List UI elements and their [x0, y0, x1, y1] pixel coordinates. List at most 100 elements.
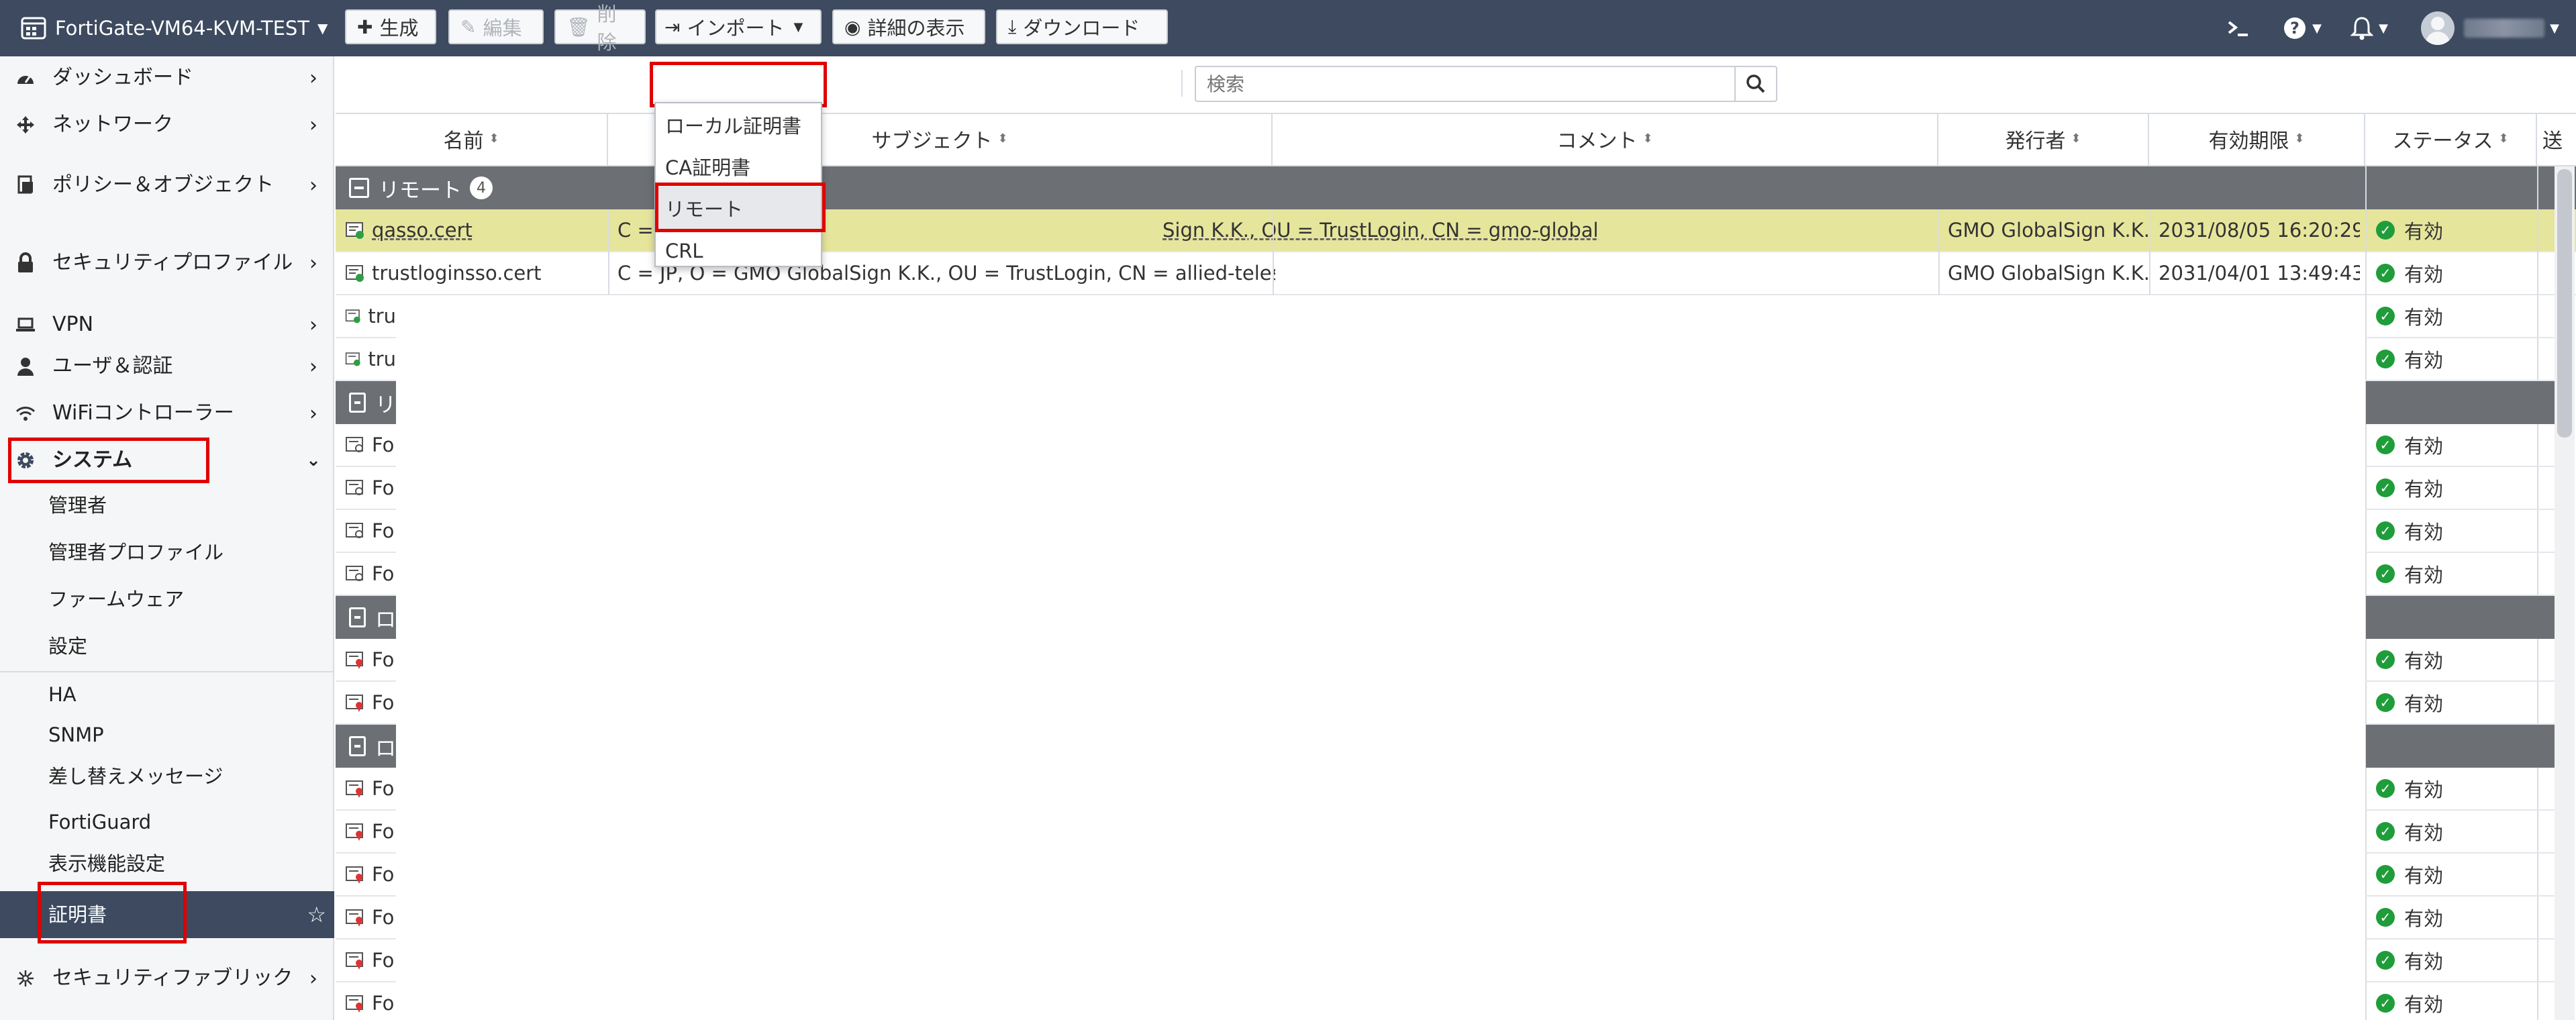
- cell-status: ✓ 有効: [2376, 939, 2537, 981]
- table-row[interactable]: Fo ✓ 有効: [336, 897, 2576, 939]
- sidebar-item-label: ユーザ＆認証: [52, 354, 173, 378]
- status-text: 有効: [2404, 478, 2444, 501]
- cell-name: trustloginsso.cert: [345, 252, 607, 294]
- sidebar-subitem-admin-profiles[interactable]: 管理者プロファイル: [0, 536, 334, 569]
- sidebar-item-dashboard[interactable]: ダッシュボード ›: [0, 62, 334, 94]
- group-row[interactable]: リ: [336, 381, 396, 424]
- certificate-icon: [346, 523, 363, 538]
- column-header-status[interactable]: ステータス ⬍: [2365, 113, 2537, 165]
- table-row[interactable]: Fo ✓ 有効: [336, 639, 2576, 682]
- sidebar-subitem-ha[interactable]: HA: [0, 678, 334, 711]
- table-row[interactable]: Fo ✓ 有効: [336, 424, 2576, 467]
- device-selector[interactable]: FortiGate-VM64-KVM-TEST ▼: [20, 0, 328, 56]
- scrollbar-thumb[interactable]: [2557, 169, 2572, 438]
- search-box: [1195, 66, 1777, 102]
- cell-name: Fo: [345, 897, 396, 938]
- status-text: 有効: [2404, 821, 2444, 844]
- cell-status: ✓ 有効: [2376, 768, 2537, 809]
- menu-item-remote[interactable]: リモート: [656, 187, 821, 230]
- eye-icon: ◉: [844, 15, 861, 38]
- column-header-expiry[interactable]: 有効期限 ⬍: [2149, 113, 2365, 165]
- sidebar-subitem-feature-visibility[interactable]: 表示機能設定: [0, 847, 334, 880]
- sidebar-item-vpn[interactable]: VPN ›: [0, 309, 334, 341]
- cert-name: Fo: [372, 519, 395, 542]
- certificate-icon: [346, 823, 363, 841]
- check-circle-icon: ✓: [2376, 264, 2395, 283]
- import-dropdown-menu: ローカル証明書 CA証明書 リモート CRL: [654, 102, 822, 267]
- cert-name: Fo: [372, 820, 395, 843]
- menu-item-crl[interactable]: CRL: [656, 231, 821, 271]
- cell-name: Fo: [345, 811, 396, 852]
- sidebar-item-user-auth[interactable]: ユーザ＆認証 ›: [0, 350, 334, 382]
- table-row[interactable]: Fo ✓ 有効: [336, 467, 2576, 510]
- table-row[interactable]: Fo ✓ 有効: [336, 854, 2576, 897]
- sidebar-subitem-certificates[interactable]: 証明書 ☆: [0, 891, 334, 938]
- table-row[interactable]: Fo ✓ 有効: [336, 939, 2576, 982]
- table-row[interactable]: Fo ✓ 有効: [336, 682, 2576, 725]
- sidebar-subitem-snmp[interactable]: SNMP: [0, 718, 334, 752]
- user-icon: [15, 356, 36, 377]
- status-text: 有効: [2404, 435, 2444, 458]
- table-row[interactable]: Fo ✓ 有効: [336, 811, 2576, 854]
- collapse-icon[interactable]: [349, 178, 369, 198]
- subject-text: Sign K.K., OU = TrustLogin, CN = gmo-glo…: [1162, 219, 1599, 242]
- sidebar-subitem-replacement-messages[interactable]: 差し替えメッセージ: [0, 760, 334, 793]
- table-row[interactable]: tru ✓ 有効: [336, 295, 2576, 338]
- sidebar-item-security-fabric[interactable]: セキュリティファブリック ›: [0, 946, 334, 1011]
- column-header-comment[interactable]: コメント ⬍: [1273, 113, 1938, 165]
- check-circle-icon: ✓: [2376, 650, 2395, 669]
- collapse-icon[interactable]: [349, 736, 366, 756]
- sidebar-item-wifi[interactable]: WiFiコントローラー ›: [0, 397, 334, 429]
- button-label: ダウンロード: [1023, 17, 1140, 40]
- sidebar-subitem-settings[interactable]: 設定: [0, 629, 334, 663]
- column-rule: [608, 209, 609, 295]
- search-button[interactable]: [1734, 67, 1776, 101]
- sidebar-subitem-firmware[interactable]: ファームウェア: [0, 582, 334, 616]
- help-menu[interactable]: ? ▼: [2275, 0, 2329, 56]
- group-row[interactable]: ロ: [336, 725, 396, 768]
- sidebar-item-policy[interactable]: ポリシー＆オブジェクト ›: [0, 153, 334, 217]
- collapse-icon[interactable]: [349, 393, 366, 413]
- column-label: 送: [2542, 130, 2563, 153]
- column-header-next[interactable]: 送: [2537, 113, 2576, 165]
- cell-issuer: GMO GlobalSign K.K.: [1948, 252, 2149, 294]
- delete-button[interactable]: 🗑 削除: [554, 3, 646, 54]
- cell-status: ✓ 有効: [2376, 467, 2537, 509]
- sort-icon: ⬍: [2498, 132, 2509, 146]
- sidebar-subitem-admins[interactable]: 管理者: [0, 489, 334, 522]
- certificate-icon: [346, 995, 363, 1013]
- sidebar-subitem-fortiguard[interactable]: FortiGuard: [0, 805, 334, 839]
- cell-name: qasso.cert: [345, 209, 607, 251]
- column-label: コメント: [1556, 130, 1638, 153]
- chevron-down-icon: ▼: [2550, 21, 2559, 36]
- user-menu[interactable]: ▼: [2416, 0, 2564, 56]
- column-header-issuer[interactable]: 発行者 ⬍: [1938, 113, 2149, 165]
- create-button[interactable]: ✚ 生成: [345, 9, 436, 44]
- table-row[interactable]: Fo ✓ 有効: [336, 553, 2576, 596]
- cell-issuer: GMO GlobalSign K.K.: [1948, 209, 2149, 251]
- table-row[interactable]: Fo ✓ 有効: [336, 982, 2576, 1020]
- edit-button[interactable]: ✎ 編集: [448, 9, 544, 44]
- sidebar-item-network[interactable]: ネットワーク ›: [0, 109, 334, 141]
- sidebar-item-security-profiles[interactable]: セキュリティプロファイル ›: [0, 231, 334, 295]
- help-icon: ?: [2284, 17, 2306, 39]
- table-row[interactable]: Fo ✓ 有効: [336, 768, 2576, 811]
- sidebar-item-system[interactable]: システム ⌄: [0, 443, 334, 478]
- cli-icon[interactable]: [2222, 0, 2255, 56]
- star-icon[interactable]: ☆: [307, 891, 326, 938]
- view-details-button[interactable]: ◉ 詳細の表示: [832, 9, 985, 44]
- menu-item-local-certificate[interactable]: ローカル証明書: [656, 105, 821, 145]
- table-row[interactable]: Fo ✓ 有効: [336, 510, 2576, 553]
- notifications-menu[interactable]: ▼: [2342, 0, 2396, 56]
- group-row[interactable]: ロ: [336, 596, 396, 639]
- collapse-icon[interactable]: [349, 607, 366, 627]
- menu-item-ca-certificate[interactable]: CA証明書: [656, 146, 821, 187]
- cell-name: Fo: [345, 510, 396, 552]
- table-row[interactable]: tru ✓ 有効: [336, 338, 2576, 381]
- search-input[interactable]: [1196, 67, 1734, 101]
- download-button[interactable]: ⤓ ダウンロード: [996, 9, 1168, 44]
- status-text: 有効: [2404, 864, 2444, 887]
- cell-subject-tail: Sign K.K., OU = TrustLogin, CN = gmo-glo…: [1162, 209, 1599, 251]
- import-dropdown-button[interactable]: ⇥ インポート ▼: [655, 9, 822, 44]
- column-header-name[interactable]: 名前 ⬍: [336, 113, 608, 165]
